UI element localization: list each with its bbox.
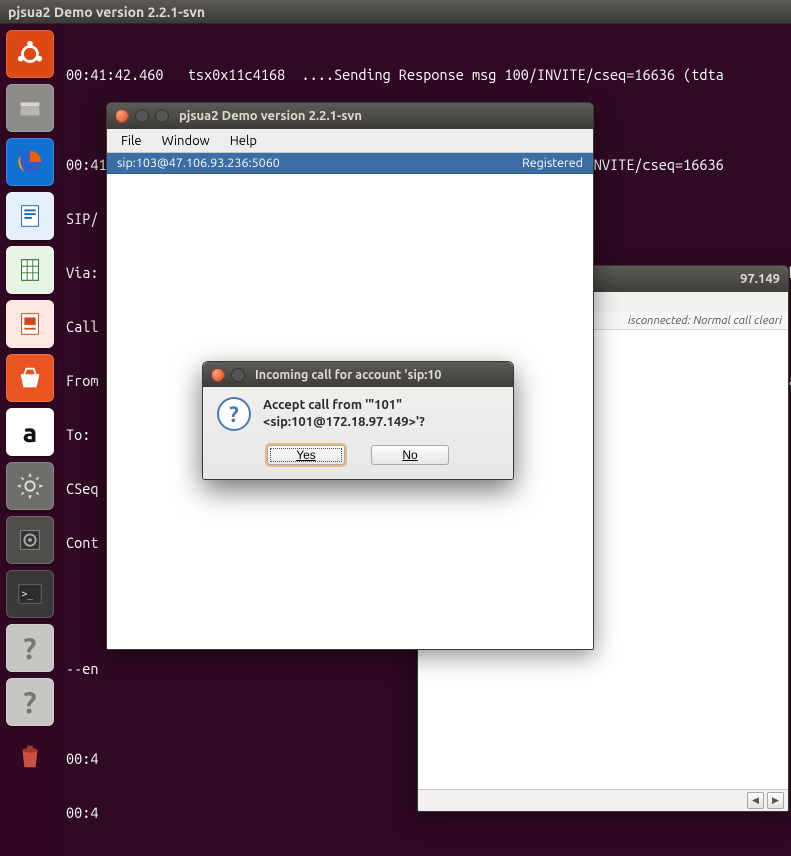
launcher-impress[interactable] [6, 300, 54, 348]
settings-icon [15, 471, 45, 501]
terminal-icon: >_ [15, 579, 45, 609]
scroll-left-icon[interactable]: ◀ [747, 792, 764, 809]
safe-icon [15, 525, 45, 555]
writer-icon [15, 201, 45, 231]
yes-button[interactable]: Yes [267, 445, 345, 465]
menu-help[interactable]: Help [220, 132, 267, 150]
minimize-icon[interactable] [135, 109, 149, 123]
software-center-icon [15, 363, 45, 393]
launcher-dash[interactable] [6, 30, 54, 78]
files-icon [15, 93, 45, 123]
launcher-firefox[interactable] [6, 138, 54, 186]
account-status: Registered [522, 156, 583, 170]
trash-icon [15, 741, 45, 771]
launcher-help-1[interactable]: ? [6, 624, 54, 672]
call-footer: ◀ ▶ [418, 789, 788, 811]
launcher-help-2[interactable]: ? [6, 678, 54, 726]
no-button[interactable]: No [371, 445, 449, 465]
maximize-icon[interactable] [155, 109, 169, 123]
dialog-message: Accept call from '"101" <sip:101@172.18.… [263, 397, 425, 431]
launcher-writer[interactable] [6, 192, 54, 240]
firefox-icon [15, 147, 45, 177]
launcher-trash[interactable] [6, 732, 54, 780]
menu-file[interactable]: File [111, 132, 152, 150]
launcher-files[interactable] [6, 84, 54, 132]
app-window-titlebar[interactable]: pjsua2 Demo version 2.2.1-svn [107, 103, 593, 129]
dialog-message-line2: <sip:101@172.18.97.149>'? [263, 414, 425, 431]
dialog-message-line1: Accept call from '"101" [263, 397, 425, 414]
launcher-terminal[interactable]: >_ [6, 570, 54, 618]
app-menubar: File Window Help [107, 129, 593, 153]
dialog-titlebar[interactable]: Incoming call for account 'sip:10 [203, 362, 513, 387]
incoming-call-dialog: Incoming call for account 'sip:10 ? Acce… [202, 361, 514, 480]
call-window-title: 97.149 [740, 272, 780, 286]
scroll-right-icon[interactable]: ▶ [767, 792, 784, 809]
close-icon[interactable] [115, 109, 129, 123]
launcher-settings[interactable] [6, 462, 54, 510]
unity-launcher: a >_ ? ? [0, 24, 60, 856]
question-icon: ? [217, 397, 251, 431]
global-title-text: pjsua2 Demo version 2.2.1-svn [8, 4, 205, 20]
app-window-title: pjsua2 Demo version 2.2.1-svn [179, 109, 362, 123]
dialog-title-text: Incoming call for account 'sip:10 [255, 368, 442, 382]
global-titlebar: pjsua2 Demo version 2.2.1-svn [0, 0, 791, 24]
impress-icon [15, 309, 45, 339]
minimize-icon[interactable] [231, 368, 245, 382]
calc-icon [15, 255, 45, 285]
launcher-backups[interactable] [6, 516, 54, 564]
launcher-software-center[interactable] [6, 354, 54, 402]
account-row[interactable]: sip:103@47.106.93.236:5060 Registered [107, 153, 593, 174]
launcher-amazon[interactable]: a [6, 408, 54, 456]
close-icon[interactable] [211, 368, 225, 382]
launcher-calc[interactable] [6, 246, 54, 294]
ubuntu-logo-icon [15, 39, 45, 69]
account-uri: sip:103@47.106.93.236:5060 [117, 156, 522, 170]
terminal-line: 00:41:42.460 tsx0x11c4168 ....Sending Re… [66, 66, 785, 84]
svg-text:>_: >_ [22, 589, 34, 600]
menu-window[interactable]: Window [152, 132, 220, 150]
